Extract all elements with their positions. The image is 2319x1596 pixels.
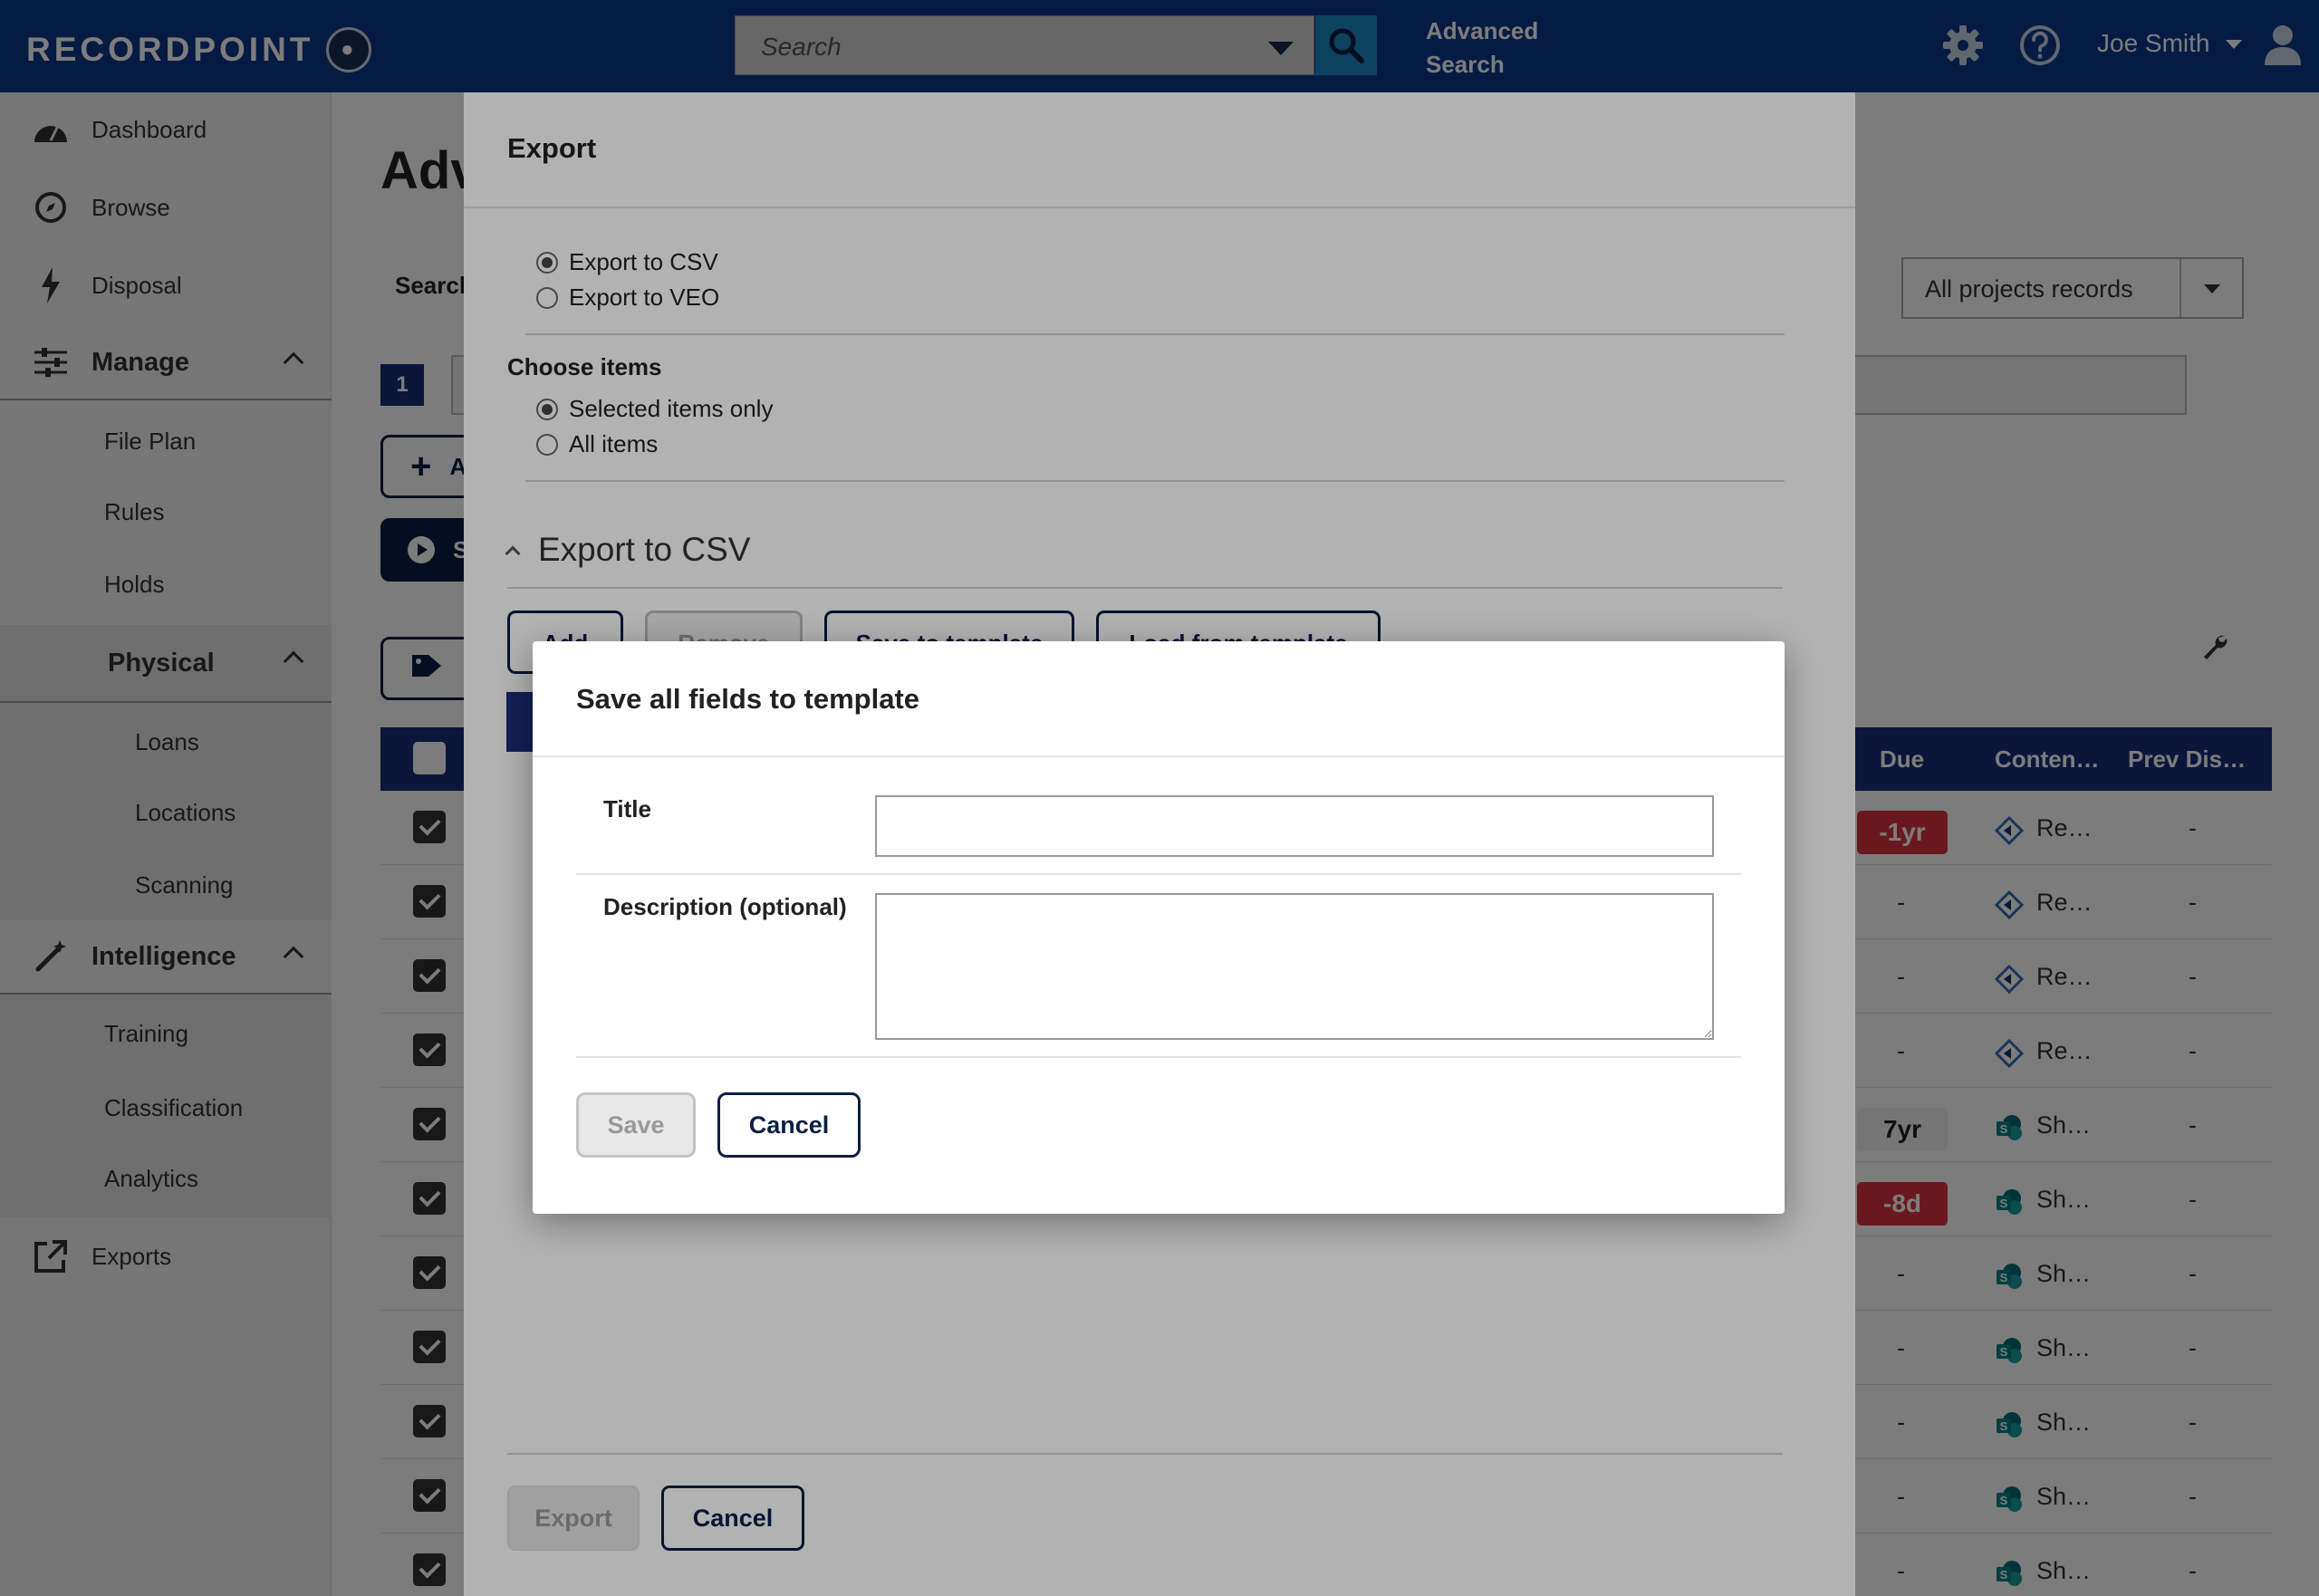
template-save-button[interactable]: Save xyxy=(576,1092,696,1158)
divider xyxy=(576,873,1741,875)
template-description-label: Description (optional) xyxy=(603,893,847,920)
save-template-header: Save all fields to template xyxy=(533,641,1785,757)
template-title-input[interactable] xyxy=(875,795,1714,857)
divider xyxy=(576,1056,1741,1058)
save-template-modal: Save all fields to template Title Descri… xyxy=(533,641,1785,1214)
template-description-input[interactable] xyxy=(875,893,1714,1040)
template-title-label: Title xyxy=(603,795,651,822)
template-cancel-button[interactable]: Cancel xyxy=(717,1092,861,1158)
save-template-title: Save all fields to template xyxy=(576,683,920,715)
